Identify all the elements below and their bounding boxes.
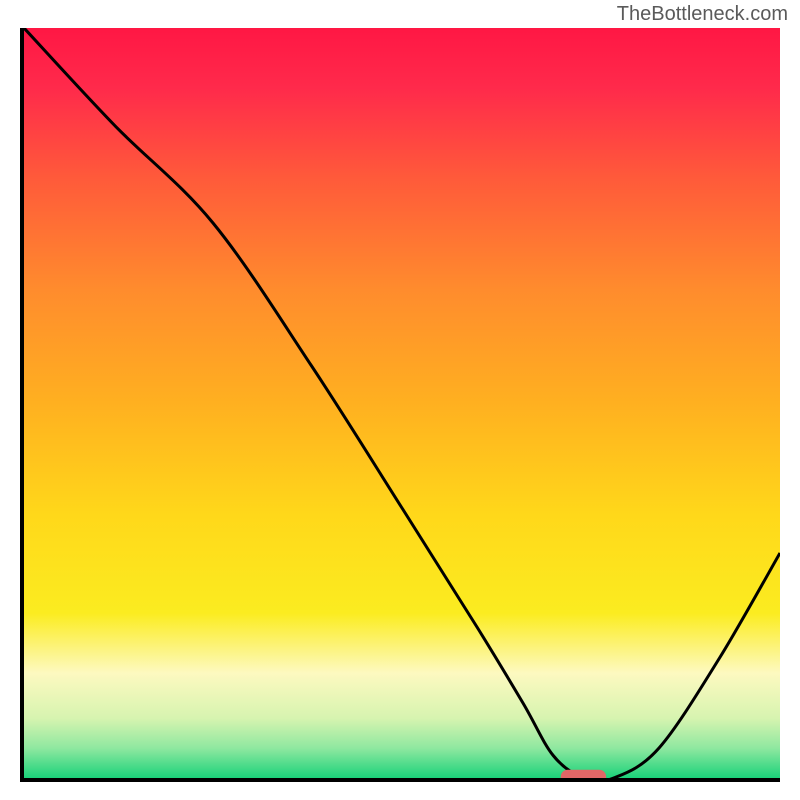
plot-area: [20, 28, 780, 782]
optimal-marker: [561, 770, 606, 778]
chart-canvas: [24, 28, 780, 778]
gradient-background: [24, 28, 780, 778]
watermark-text: TheBottleneck.com: [617, 3, 788, 26]
